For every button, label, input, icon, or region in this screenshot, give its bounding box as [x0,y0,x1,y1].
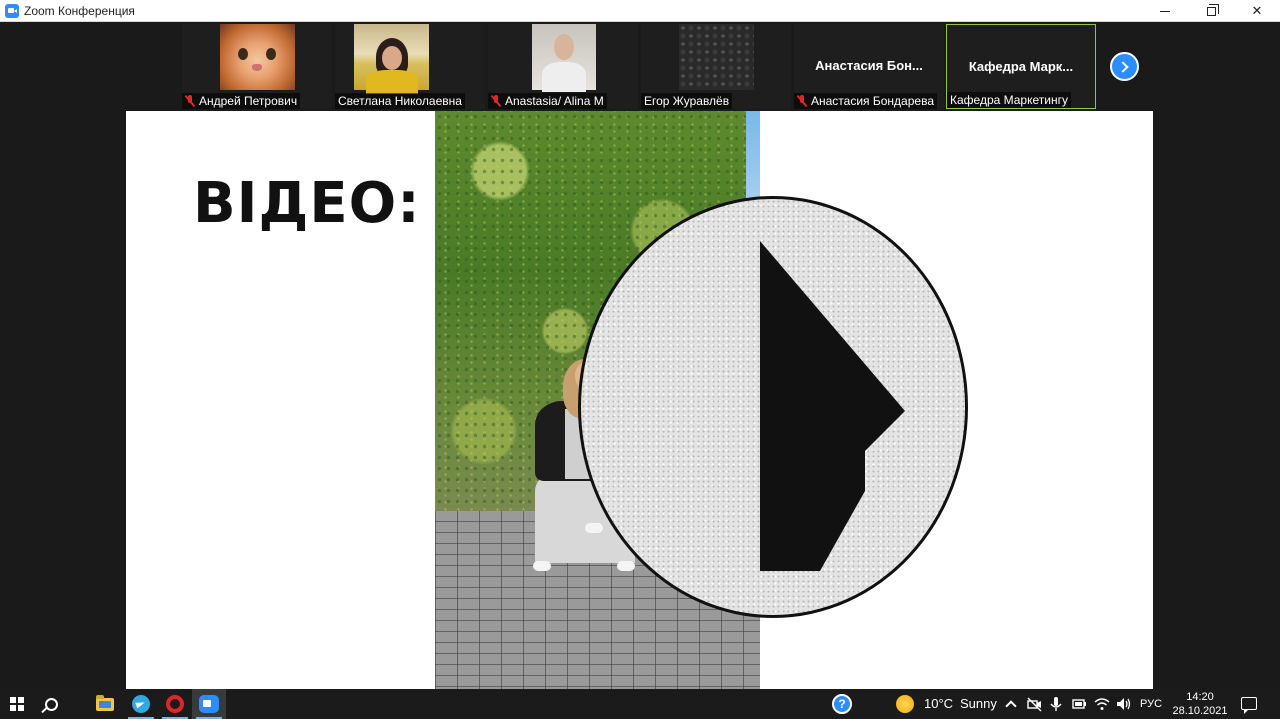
minimize-button[interactable] [1142,0,1188,22]
slide-heading: ВІДЕО: [193,171,421,236]
zoom-logo-icon [5,3,19,18]
participant-tile[interactable]: Егор Журавлёв [641,24,791,109]
clock-date: 28.10.2021 [1172,705,1228,717]
input-language-indicator[interactable]: РУС [1140,689,1162,719]
shared-screen-area: ВІДЕО: [0,111,1280,689]
title-bar: Zoom Конференция ✕ [0,0,1280,22]
show-hidden-icons-button[interactable] [1003,696,1019,712]
participant-tile[interactable]: Светлана Николаевна [335,24,485,109]
telegram-icon [132,695,150,713]
participant-strip: Андрей Петрович Светлана Николаевна Anas… [0,22,1280,111]
participant-name: Светлана Николаевна [335,93,465,109]
zoom-window: Zoom Конференция ✕ Андрей Петрович Светл… [0,0,1280,719]
sun-icon[interactable] [896,695,914,713]
decorative-black-shape [760,241,905,571]
close-icon: ✕ [1251,3,1263,18]
file-explorer-button[interactable] [88,689,122,719]
notification-center-icon[interactable] [1241,697,1257,714]
minimize-icon [1160,10,1170,12]
help-icon[interactable]: ? [832,694,852,714]
chevron-right-icon [1117,60,1129,73]
opera-button[interactable] [158,689,192,719]
participant-name-placeholder: Кафедра Марк... [968,59,1074,74]
participant-tile-active-speaker[interactable]: Кафедра Марк... Кафедра Маркетингу [946,24,1096,109]
camera-off-icon[interactable] [1026,696,1042,712]
chevron-up-icon [1005,700,1017,712]
clock-time: 14:20 [1186,691,1214,703]
mic-muted-icon [491,95,501,107]
zoom-icon [199,695,219,713]
participant-avatar [679,24,754,90]
participant-name: Анастасия Бондарева [794,93,937,109]
restore-icon [1206,3,1219,16]
start-button[interactable] [0,689,34,719]
participant-tile[interactable]: Анастасия Бон... Анастасия Бондарева [794,24,944,109]
weather-temperature[interactable]: 10°C [924,689,953,719]
telegram-button[interactable] [124,689,158,719]
window-title: Zoom Конференция [24,3,135,18]
participant-name: Anastasia/ Alina M [488,93,607,109]
participant-video [354,24,429,94]
close-button[interactable]: ✕ [1234,0,1280,22]
zoom-taskbar-button[interactable] [192,689,226,719]
participant-video [532,24,596,92]
search-icon [44,697,58,711]
battery-icon[interactable] [1071,696,1087,712]
participant-name: Кафедра Маркетингу [947,92,1071,108]
windows-logo-icon [10,697,24,711]
volume-icon[interactable] [1115,696,1131,712]
participant-name-placeholder: Анастасия Бон... [815,58,923,73]
participant-name: Егор Журавлёв [641,93,733,109]
folder-icon [96,694,114,711]
taskbar: ? 10°C Sunny РУС 14:20 28.10.2021 [0,689,1280,719]
weather-condition[interactable]: Sunny [960,689,997,719]
participant-tile[interactable]: Anastasia/ Alina M [488,24,638,109]
participant-video [220,24,295,90]
presentation-slide: ВІДЕО: [126,111,1153,689]
window-controls: ✕ [1142,0,1280,22]
participant-name: Андрей Петрович [182,93,301,109]
restore-button[interactable] [1188,0,1234,22]
wifi-icon[interactable] [1094,696,1110,712]
mic-muted-icon [797,95,807,107]
system-clock[interactable]: 14:20 28.10.2021 [1170,690,1230,718]
next-page-button[interactable] [1110,52,1139,81]
microphone-icon[interactable] [1048,696,1064,712]
mic-muted-icon [185,95,195,107]
search-button[interactable] [34,689,68,719]
participant-tile[interactable]: Андрей Петрович [182,24,332,109]
opera-icon [166,695,184,713]
